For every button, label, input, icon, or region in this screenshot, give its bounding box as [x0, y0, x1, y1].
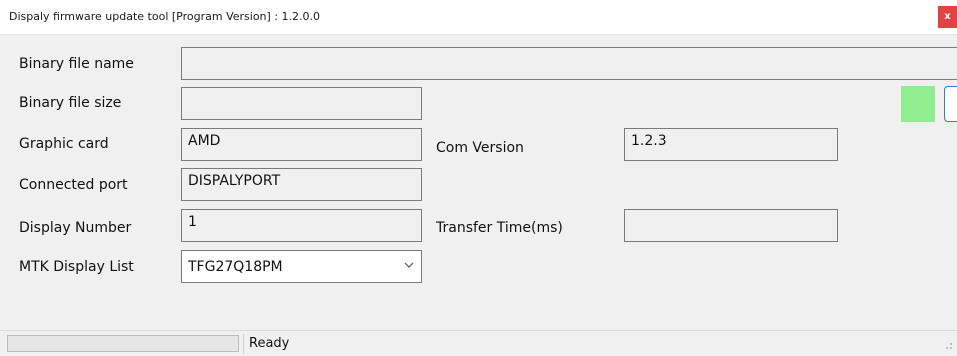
transfer-time-field[interactable] [624, 209, 838, 242]
progress-bar [7, 335, 239, 352]
graphic-card-label: Graphic card [19, 136, 109, 152]
com-version-label: Com Version [436, 140, 524, 156]
binary-file-size-label: Binary file size [19, 95, 122, 111]
binary-file-name-label: Binary file name [19, 56, 134, 72]
status-bar: Ready [0, 330, 957, 356]
com-version-field[interactable]: 1.2.3 [624, 128, 838, 161]
transfer-time-label: Transfer Time(ms) [436, 220, 563, 236]
chevron-down-icon [404, 262, 414, 268]
status-text: Ready [249, 336, 290, 351]
connected-port-label: Connected port [19, 177, 128, 193]
display-number-label: Display Number [19, 220, 132, 236]
window-title: Dispaly firmware update tool [Program Ve… [9, 10, 321, 23]
binary-file-name-field[interactable] [181, 47, 957, 80]
status-indicator [901, 86, 935, 122]
connected-port-field[interactable]: DISPALYPORT [181, 168, 422, 201]
close-button[interactable]: x [938, 6, 957, 28]
graphic-card-field[interactable]: AMD [181, 128, 422, 161]
side-button[interactable] [944, 86, 957, 122]
title-bar[interactable]: Dispaly firmware update tool [Program Ve… [0, 0, 957, 35]
mtk-display-list-select[interactable]: TFG27Q18PM [181, 250, 422, 283]
resize-grip-icon[interactable] [943, 340, 953, 352]
mtk-display-list-label: MTK Display List [19, 259, 134, 275]
status-divider [243, 334, 244, 354]
binary-file-size-field[interactable] [181, 87, 422, 120]
app-window: Dispaly firmware update tool [Program Ve… [0, 0, 957, 356]
mtk-display-list-value: TFG27Q18PM [188, 259, 283, 275]
display-number-field[interactable]: 1 [181, 209, 422, 242]
